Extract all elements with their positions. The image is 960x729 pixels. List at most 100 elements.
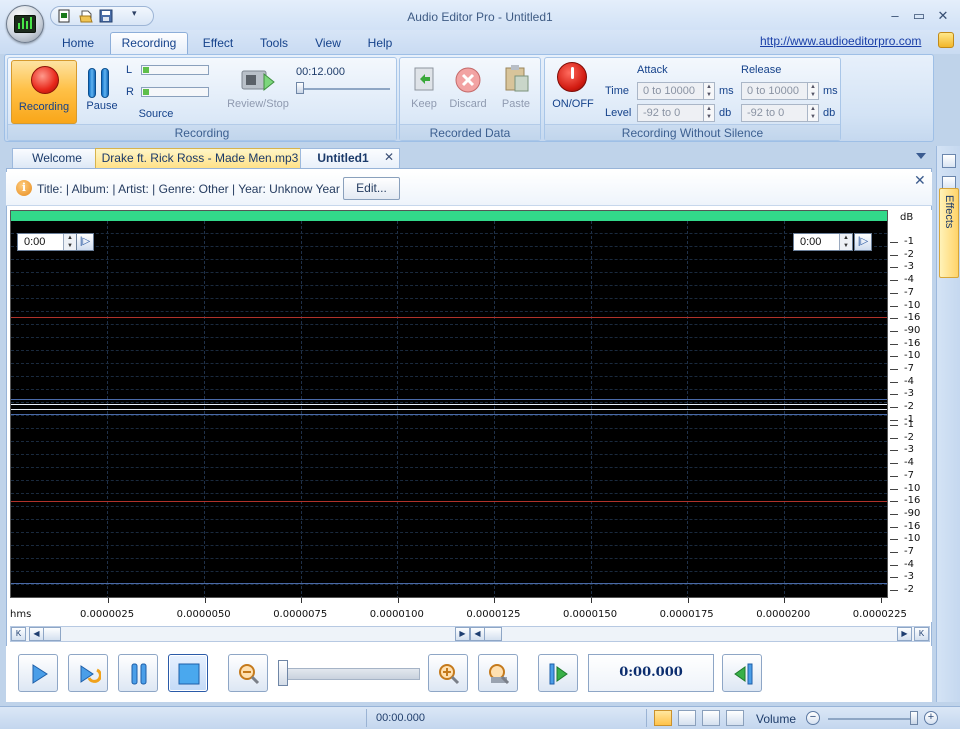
ruler-unit: hms (10, 609, 32, 620)
minimize-button[interactable]: – (884, 6, 906, 26)
tab-recording[interactable]: Recording (110, 32, 188, 55)
db-label: -7 (904, 546, 914, 557)
close-button[interactable]: ✕ (932, 6, 954, 26)
volume-down-button[interactable]: − (806, 711, 820, 725)
attack-level-input[interactable]: -92 to 0 ▲ ▼ (637, 104, 715, 122)
review-stop-button[interactable]: Review/Stop (220, 98, 296, 110)
scroll-thumb-right[interactable] (484, 627, 502, 641)
grid-hline (11, 350, 887, 351)
scroll-right-button[interactable]: ▶ (897, 627, 912, 641)
grid-hline (11, 246, 887, 247)
loop-play-button[interactable] (68, 654, 108, 692)
channel-divider-2 (11, 409, 887, 410)
zoom-slider-thumb[interactable] (278, 660, 288, 686)
tab-list-dropdown[interactable] (916, 153, 926, 159)
grid-hline (11, 467, 887, 468)
power-icon[interactable] (557, 62, 587, 92)
jump-to-start-button[interactable] (538, 654, 578, 692)
source-button[interactable]: Source (136, 108, 176, 120)
zoom-in-button[interactable] (428, 654, 468, 692)
doc-tab-mp3[interactable]: Drake ft. Rick Ross - Made Men.mp3 (95, 148, 305, 168)
recording-group: Recording Pause L R Source Review/Stop 0… (7, 57, 397, 141)
selection-start-input[interactable]: 0:00 ▲ ▼ (17, 233, 77, 251)
meter-view-icon[interactable] (702, 710, 720, 726)
db-label: -10 (904, 350, 921, 362)
tab-help[interactable]: Help (362, 35, 398, 54)
grid-hline (11, 454, 887, 455)
stop-button[interactable] (168, 654, 208, 692)
volume-up-button[interactable]: + (924, 711, 938, 725)
silence-group-label: Recording Without Silence (545, 124, 840, 140)
recording-button[interactable]: Recording (11, 60, 77, 124)
paste-button[interactable]: Paste (496, 62, 536, 120)
help-icon[interactable] (938, 32, 954, 48)
discard-button[interactable]: Discard (446, 62, 490, 120)
time-label: Time (605, 85, 630, 97)
play-button[interactable] (18, 654, 58, 692)
grid-hline (11, 285, 887, 286)
close-info-bar-icon[interactable]: ✕ (914, 172, 926, 189)
tab-tools[interactable]: Tools (254, 35, 294, 54)
tab-home[interactable]: Home (56, 35, 100, 54)
go-to-end-icon[interactable]: |▷ (854, 233, 872, 251)
release-time-input[interactable]: 0 to 10000 ▲ ▼ (741, 82, 819, 100)
db-label: -16 (904, 312, 921, 324)
db-label: -3 (904, 444, 914, 456)
recording-slider-thumb[interactable] (296, 82, 304, 94)
grid-hline (11, 337, 887, 338)
volume-slider-thumb[interactable] (910, 711, 918, 725)
right-level-meter (141, 87, 209, 97)
keep-button[interactable]: Keep (406, 62, 442, 120)
db-label: -10 (904, 533, 921, 545)
release-level-input[interactable]: -92 to 0 ▲ ▼ (741, 104, 819, 122)
close-tab-icon[interactable]: ✕ (384, 150, 394, 164)
scroll-thumb-left[interactable] (43, 627, 61, 641)
scroll-left-button[interactable]: ◀ (29, 627, 44, 641)
recording-slider-track[interactable] (298, 88, 390, 90)
db-label: -90 (904, 324, 921, 336)
attack-time-input[interactable]: 0 to 10000 ▲ ▼ (637, 82, 715, 100)
play-icon (32, 664, 48, 684)
waveform-view-icon[interactable] (654, 710, 672, 726)
volume-slider-track[interactable] (828, 718, 918, 720)
scroll-to-start-button[interactable]: K (11, 627, 26, 641)
doc-tab-welcome[interactable]: Welcome (12, 148, 102, 168)
zoom-out-button[interactable] (228, 654, 268, 692)
waveform-selection-bar[interactable] (11, 211, 887, 221)
panel-list-icon[interactable] (942, 154, 956, 168)
spectrum-view-icon[interactable] (678, 710, 696, 726)
scroll-left-button-b[interactable]: ◀ (470, 627, 485, 641)
zoom-slider-track[interactable] (280, 668, 420, 680)
level-view-icon[interactable] (726, 710, 744, 726)
release-level-unit: db (823, 107, 836, 119)
ruler-label: 0.0000025 (80, 609, 135, 620)
pause-button[interactable]: Pause (82, 60, 122, 122)
app-menu-button[interactable] (6, 5, 44, 43)
selection-end-input[interactable]: 0:00 ▲ ▼ (793, 233, 853, 251)
db-label: -4 (904, 558, 914, 570)
effects-panel-tab[interactable]: Effects (939, 188, 959, 278)
horizontal-scrollbar[interactable]: K ◀ ▶ ◀ ▶ K (10, 626, 930, 642)
tab-view[interactable]: View (310, 35, 346, 54)
scroll-to-end-button[interactable]: K (914, 627, 929, 641)
edit-tags-button[interactable]: Edit... (343, 177, 400, 200)
waveform-view[interactable]: 0:00 ▲ ▼ |▷ 0:00 ▲ ▼ |▷ (10, 210, 888, 598)
tab-effect[interactable]: Effect (196, 35, 240, 54)
pause-transport-button[interactable] (118, 654, 158, 692)
channel-divider-bottom (11, 414, 887, 415)
website-link[interactable]: http://www.audioeditorpro.com (760, 34, 921, 48)
grid-hline (11, 441, 887, 442)
grid-hline (11, 272, 887, 273)
db-label: -10 (904, 299, 921, 311)
grid-hline (11, 402, 887, 403)
zoom-fit-button[interactable] (478, 654, 518, 692)
tag-info-text: Title: | Album: | Artist: | Genre: Other… (37, 182, 340, 196)
scroll-right-button-a[interactable]: ▶ (455, 627, 470, 641)
zoom-in-icon (439, 664, 460, 685)
grid-hline (11, 480, 887, 481)
go-to-start-icon[interactable]: |▷ (76, 233, 94, 251)
on-off-button[interactable]: ON/OFF (547, 98, 599, 110)
maximize-button[interactable]: ▭ (908, 6, 930, 26)
db-label: -3 (904, 388, 914, 400)
jump-to-end-button[interactable] (722, 654, 762, 692)
